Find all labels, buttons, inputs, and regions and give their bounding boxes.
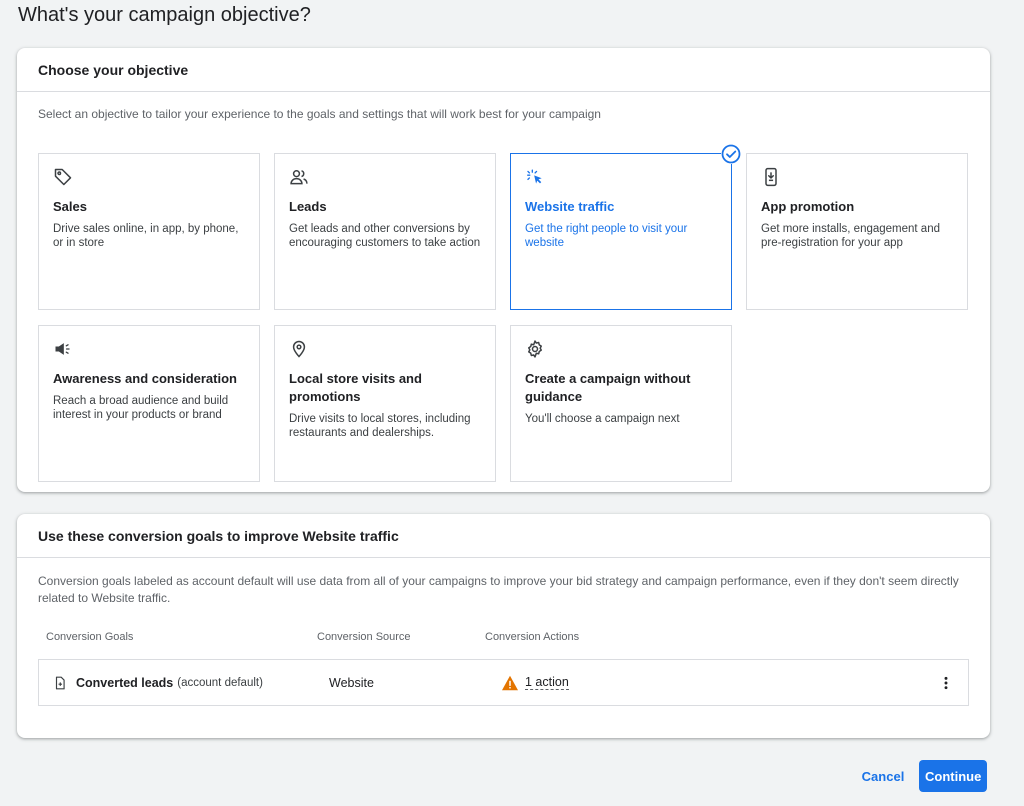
- more-vert-icon[interactable]: [938, 675, 954, 691]
- goal-actions-cell: 1 action: [501, 675, 569, 691]
- objective-tile-local-store[interactable]: Local store visits and promotions Drive …: [274, 325, 496, 482]
- gear-icon: [528, 340, 542, 358]
- objective-tile-sales[interactable]: Sales Drive sales online, in app, by pho…: [38, 153, 260, 310]
- selected-check-icon: [721, 144, 741, 164]
- objective-desc: Reach a broad audience and build interes…: [53, 395, 229, 421]
- conversion-goals-card: Use these conversion goals to improve We…: [17, 514, 990, 738]
- objective-tile-awareness[interactable]: Awareness and consideration Reach a broa…: [38, 325, 260, 482]
- cancel-button[interactable]: Cancel: [852, 760, 914, 792]
- goal-actions-link[interactable]: 1 action: [525, 675, 569, 690]
- objective-tile-website-traffic[interactable]: Website traffic Get the right people to …: [510, 144, 741, 310]
- objective-card: Choose your objective Select an objectiv…: [17, 48, 990, 492]
- objective-title: App promotion: [761, 199, 855, 214]
- objective-desc: Drive sales online, in app, by phone, or…: [53, 223, 239, 249]
- continue-button[interactable]: Continue: [919, 760, 987, 792]
- objective-title: Leads: [289, 199, 327, 214]
- goal-default-label: (account default): [177, 676, 263, 689]
- phone-download-icon: [765, 167, 777, 187]
- location-pin-icon: [292, 340, 306, 358]
- objective-title: Create a campaign without guidance: [525, 371, 691, 404]
- objective-desc: Drive visits to local stores, including …: [289, 413, 471, 439]
- conversion-goals-header: Use these conversion goals to improve We…: [17, 514, 990, 558]
- people-icon: [290, 170, 308, 185]
- objective-description: Select an objective to tailor your exper…: [38, 107, 601, 121]
- goal-name: Converted leads: [76, 675, 174, 690]
- document-plus-icon: [55, 676, 65, 689]
- goals-table-header: Conversion Goals Conversion Source Conve…: [38, 631, 969, 645]
- objective-desc: Get the right people to visit your websi…: [525, 223, 688, 249]
- objective-desc: Get leads and other conversions by encou…: [289, 223, 481, 249]
- megaphone-icon: [55, 343, 70, 355]
- goal-source: Website: [329, 675, 374, 690]
- objective-tile-no-guidance[interactable]: Create a campaign without guidance You'l…: [510, 325, 732, 482]
- objective-title: Website traffic: [525, 199, 615, 214]
- objective-desc: You'll choose a campaign next: [525, 413, 680, 425]
- cursor-click-icon: [527, 169, 542, 184]
- objective-title: Local store visits and promotions: [289, 371, 422, 404]
- goal-cell: Converted leads (account default): [39, 676, 329, 690]
- column-header-source: Conversion Source: [317, 631, 411, 643]
- column-header-goals: Conversion Goals: [46, 631, 134, 643]
- objective-card-header: Choose your objective: [17, 48, 990, 92]
- objective-tile-leads[interactable]: Leads Get leads and other conversions by…: [274, 153, 496, 310]
- objective-title: Sales: [53, 199, 87, 214]
- table-row: Converted leads (account default) Websit…: [38, 659, 969, 706]
- conversion-goals-description: Conversion goals labeled as account defa…: [38, 574, 959, 605]
- tag-icon: [54, 168, 72, 186]
- column-header-actions: Conversion Actions: [485, 631, 580, 643]
- objective-desc: Get more installs, engagement and pre-re…: [761, 223, 940, 249]
- objective-title: Awareness and consideration: [53, 371, 237, 386]
- warning-icon: [502, 675, 518, 690]
- objective-tile-app-promotion[interactable]: App promotion Get more installs, engagem…: [746, 153, 968, 310]
- page-title: What's your campaign objective?: [18, 4, 311, 26]
